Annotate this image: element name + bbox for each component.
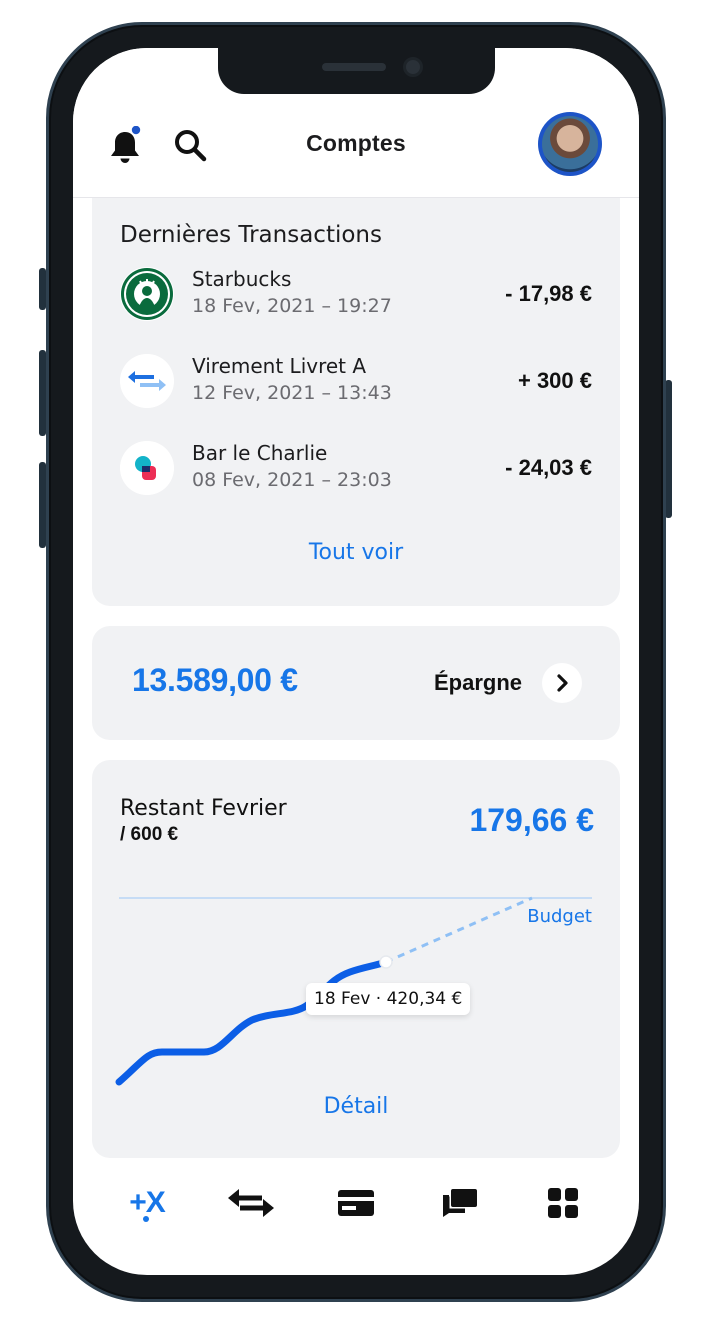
spending-line	[115, 958, 390, 1086]
power-button	[665, 380, 672, 518]
chevron-right-icon	[557, 674, 568, 692]
volume-down-button	[39, 462, 46, 548]
transaction-amount: + 300 €	[517, 368, 592, 393]
transaction-date: 08 Fev, 2021 – 23:03	[192, 469, 392, 491]
tab-cards[interactable]	[326, 1178, 386, 1228]
active-tab-indicator	[143, 1216, 149, 1222]
transaction-name: Virement Livret A	[192, 354, 367, 378]
avatar-photo	[542, 116, 598, 172]
phone-notch	[218, 48, 495, 94]
savings-open-button[interactable]	[542, 663, 582, 703]
chat-icon	[443, 1189, 477, 1217]
budget-card: Restant Fevrier / 600 € 179,66 € Budget …	[92, 760, 620, 1158]
starbucks-logo-icon	[120, 267, 174, 321]
transaction-row[interactable]: Bar le Charlie 08 Fev, 2021 – 23:03 - 24…	[120, 441, 592, 501]
current-point[interactable]	[379, 955, 393, 969]
tab-messages[interactable]	[430, 1178, 490, 1228]
detail-link[interactable]: Détail	[92, 1094, 620, 1119]
bottom-tab-bar: +X	[73, 1178, 639, 1238]
transaction-name: Bar le Charlie	[192, 441, 328, 465]
budget-total: / 600 €	[120, 824, 179, 845]
budget-remaining-amount: 179,66 €	[469, 802, 594, 838]
plusx-label: +X	[129, 1186, 166, 1219]
avatar[interactable]	[538, 112, 602, 176]
card-icon	[338, 1190, 374, 1216]
projection-line	[385, 896, 533, 964]
app-screen: Comptes Dernières Transactions Starbucks…	[73, 48, 639, 1275]
transaction-name: Starbucks	[192, 267, 292, 291]
see-all-link[interactable]: Tout voir	[92, 540, 620, 565]
transaction-row[interactable]: Virement Livret A 12 Fev, 2021 – 13:43 +…	[120, 354, 592, 414]
mute-switch	[39, 268, 46, 310]
savings-card[interactable]: 13.589,00 € Épargne	[92, 626, 620, 740]
transaction-amount: - 24,03 €	[505, 455, 592, 480]
tab-apps[interactable]	[533, 1178, 593, 1228]
chart-tooltip: 18 Fev · 420,34 €	[306, 983, 471, 1015]
speaker	[322, 63, 386, 71]
budget-line-label: Budget	[527, 906, 592, 927]
volume-up-button	[39, 350, 46, 436]
grid-icon	[548, 1188, 578, 1218]
transactions-card: Dernières Transactions Starbucks 18 Fev,…	[92, 198, 620, 606]
transaction-amount: - 17,98 €	[505, 281, 592, 306]
transfer-arrows-icon	[120, 354, 174, 408]
camera	[403, 57, 423, 77]
savings-amount: 13.589,00 €	[132, 662, 298, 698]
savings-label: Épargne	[434, 670, 523, 695]
bar-logo-icon	[120, 441, 174, 495]
budget-title: Restant Fevrier	[120, 796, 287, 821]
tab-transfers[interactable]	[221, 1178, 281, 1228]
transfer-icon	[228, 1189, 274, 1217]
transaction-row[interactable]: Starbucks 18 Fev, 2021 – 19:27 - 17,98 €	[120, 267, 592, 327]
transactions-title: Dernières Transactions	[120, 222, 382, 248]
transaction-date: 18 Fev, 2021 – 19:27	[192, 295, 392, 317]
transaction-date: 12 Fev, 2021 – 13:43	[192, 382, 392, 404]
